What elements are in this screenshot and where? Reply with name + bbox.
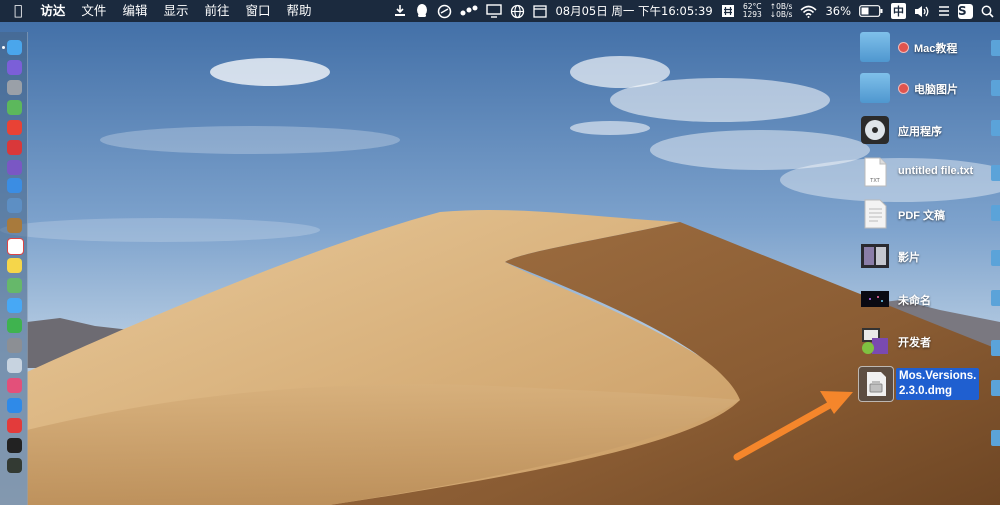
annotation-arrow-icon	[733, 391, 853, 461]
desktop[interactable]:  访达 文件 编辑 显示 前往 窗口 帮助	[0, 0, 1000, 505]
